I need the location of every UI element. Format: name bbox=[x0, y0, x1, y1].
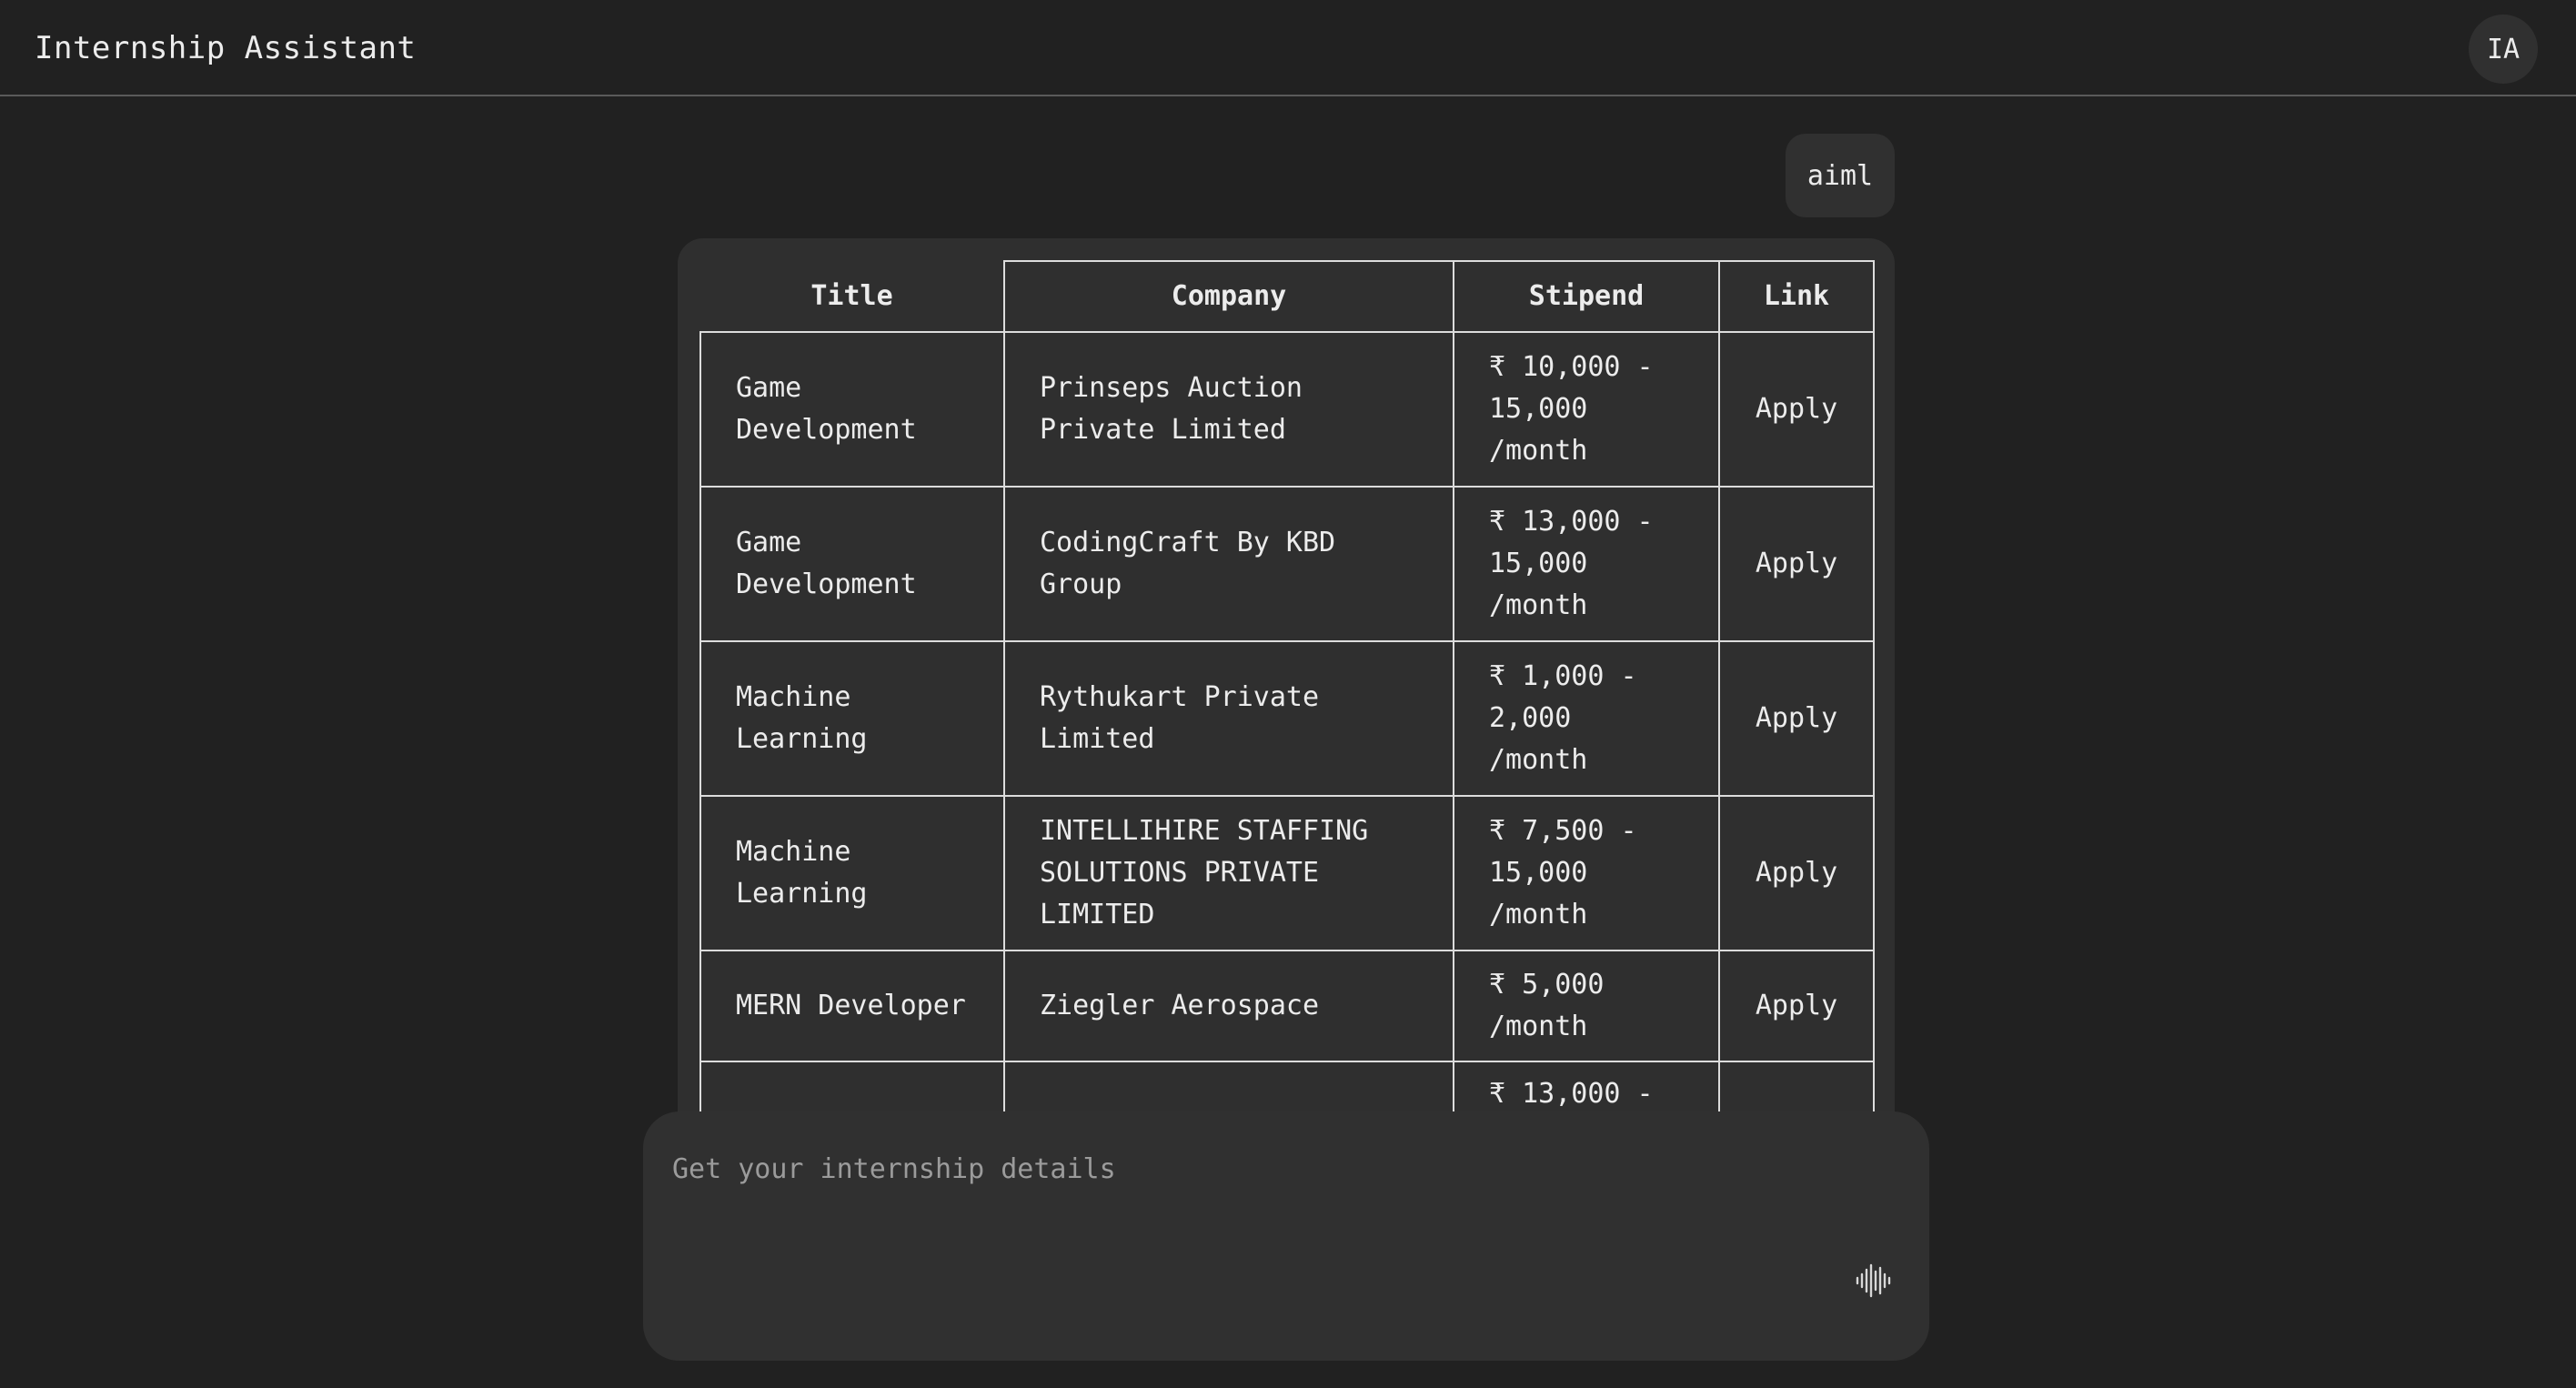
cell-title: Machine Learning bbox=[699, 795, 1005, 951]
table-row: Machine Learning Rythukart Private Limit… bbox=[699, 640, 1875, 797]
assistant-response-card: Title Company Stipend Link Game Developm… bbox=[678, 238, 1895, 1148]
cell-stipend: ₹ 10,000 - 15,000 /month bbox=[1453, 331, 1720, 488]
table-row: Game Development Prinseps Auction Privat… bbox=[699, 331, 1875, 488]
apply-link[interactable]: Apply bbox=[1718, 486, 1875, 642]
cell-company: CodingCraft By KBD Group bbox=[1003, 486, 1454, 642]
message-composer bbox=[643, 1111, 1929, 1361]
apply-link[interactable]: Apply bbox=[1718, 795, 1875, 951]
table-row: Machine Learning INTELLIHIRE STAFFING SO… bbox=[699, 795, 1875, 951]
column-header-company: Company bbox=[1003, 260, 1454, 333]
cell-company: Rythukart Private Limited bbox=[1003, 640, 1454, 797]
cell-title: Machine Learning bbox=[699, 640, 1005, 797]
cell-title: MERN Developer bbox=[699, 950, 1005, 1062]
column-header-title: Title bbox=[700, 261, 1005, 333]
internship-results-table: Title Company Stipend Link Game Developm… bbox=[699, 260, 1875, 1148]
cell-company: Prinseps Auction Private Limited bbox=[1003, 331, 1454, 488]
apply-link[interactable]: Apply bbox=[1718, 640, 1875, 797]
apply-link[interactable]: Apply bbox=[1718, 331, 1875, 488]
cell-stipend: ₹ 5,000 /month bbox=[1453, 950, 1720, 1062]
apply-link[interactable]: Apply bbox=[1718, 950, 1875, 1062]
table-header-row: Title Company Stipend Link bbox=[700, 260, 1875, 333]
voice-waveform-icon[interactable] bbox=[1854, 1261, 1894, 1301]
prompt-input[interactable] bbox=[670, 1141, 1857, 1197]
user-avatar[interactable]: IA bbox=[2469, 15, 2538, 84]
table-row: MERN Developer Ziegler Aerospace ₹ 5,000… bbox=[699, 950, 1875, 1062]
cell-title: Game Development bbox=[699, 486, 1005, 642]
user-message-bubble: aiml bbox=[1786, 134, 1895, 217]
cell-stipend: ₹ 13,000 - 15,000 /month bbox=[1453, 486, 1720, 642]
cell-title: Game Development bbox=[699, 331, 1005, 488]
column-header-link: Link bbox=[1718, 260, 1875, 333]
table-row: Game Development CodingCraft By KBD Grou… bbox=[699, 486, 1875, 642]
cell-stipend: ₹ 7,500 - 15,000 /month bbox=[1453, 795, 1720, 951]
column-header-stipend: Stipend bbox=[1453, 260, 1720, 333]
cell-company: Ziegler Aerospace bbox=[1003, 950, 1454, 1062]
app-title: Internship Assistant bbox=[35, 30, 417, 66]
cell-company: INTELLIHIRE STAFFING SOLUTIONS PRIVATE L… bbox=[1003, 795, 1454, 951]
cell-stipend: ₹ 1,000 - 2,000 /month bbox=[1453, 640, 1720, 797]
app-header: Internship Assistant IA bbox=[0, 0, 2576, 96]
